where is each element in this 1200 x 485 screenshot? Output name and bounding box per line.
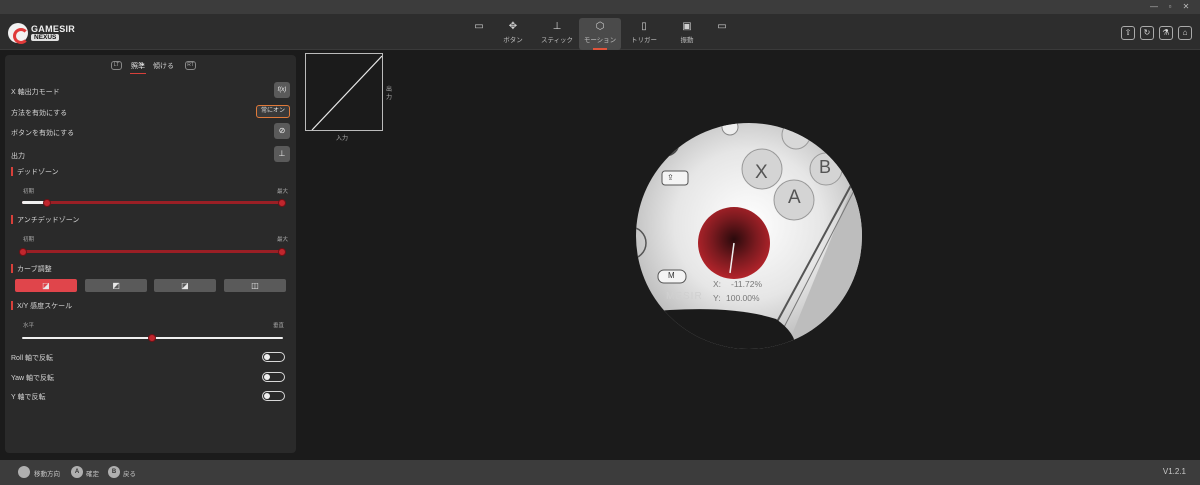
confirm-label: 確定: [86, 471, 99, 478]
tab-vibration-label: 振動: [680, 37, 694, 44]
macro-icon: ▭: [717, 21, 727, 32]
rt-key-icon: RT: [185, 61, 196, 70]
roll-invert-toggle[interactable]: [262, 352, 285, 362]
refresh-icon[interactable]: ↻: [1140, 26, 1154, 40]
b-key-icon: B: [108, 466, 120, 478]
upload-icon[interactable]: ⇧: [1121, 26, 1135, 40]
anti-deadzone-title: アンチデッドゾーン: [11, 215, 79, 225]
anti-deadzone-min-handle[interactable]: [19, 248, 27, 256]
buttons-icon: ✥: [508, 21, 518, 32]
chart-ylabel: 出力: [386, 87, 393, 101]
subtab-tilt[interactable]: 傾ける: [153, 61, 174, 71]
version-label: V1.2.1: [1162, 467, 1186, 476]
y-invert-toggle[interactable]: [262, 391, 285, 401]
deadzone-min-label: 初期: [23, 189, 35, 195]
curve-option-3-button[interactable]: ◪: [154, 279, 216, 292]
response-curve-chart: [305, 53, 383, 131]
tab-macro[interactable]: ▭: [711, 18, 733, 50]
x-button-label: X: [755, 162, 768, 183]
output-button[interactable]: ⊥: [274, 146, 290, 162]
deadzone-track: [22, 201, 283, 204]
motion-icon: ⬡: [595, 21, 605, 32]
m-button-label: M: [668, 271, 675, 280]
tab-motion[interactable]: ⬡ モーション: [579, 18, 621, 50]
yaw-invert-toggle[interactable]: [262, 372, 285, 382]
button-enable-label: ボタンを有効にする: [11, 130, 75, 137]
xy-scale-handle[interactable]: [148, 334, 156, 342]
tab-stick[interactable]: ⊥ スティック: [538, 18, 576, 50]
motion-subtabs: LT 照準 傾ける RT: [5, 61, 296, 75]
response-curve-line: [311, 55, 383, 131]
deadzone-title: デッドゾーン: [11, 167, 59, 177]
tab-vibration[interactable]: ▣ 振動: [674, 18, 700, 50]
deadzone-max-label: 最大: [277, 189, 289, 195]
curve-option-2-button[interactable]: ◩: [85, 279, 147, 292]
stick-output-icon: ⊥: [278, 149, 286, 158]
a-key-icon: A: [71, 466, 83, 478]
maximize-button[interactable]: ▫: [1164, 1, 1176, 13]
deadzone-max-handle[interactable]: [278, 199, 286, 207]
controller-brand-text: MESIR: [666, 291, 703, 302]
method-select[interactable]: 常にオン: [255, 105, 290, 118]
anti-deadzone-min-label: 初期: [23, 237, 35, 243]
lab-icon[interactable]: ⚗: [1159, 26, 1173, 40]
brand-name: GAMESIR: [31, 24, 76, 34]
anti-deadzone-max-label: 最大: [277, 237, 289, 243]
curve-custom-button[interactable]: ◫: [224, 279, 286, 292]
tab-remap[interactable]: ▭: [468, 18, 490, 50]
y-coord-value: 100.00%: [726, 293, 760, 303]
a-button-label: A: [788, 187, 801, 208]
stick-move-icon: [18, 466, 30, 478]
tab-trigger[interactable]: ▯ トリガー: [627, 18, 661, 50]
home-icon[interactable]: ⌂: [1178, 26, 1192, 40]
title-bar: — ▫ ✕: [0, 0, 1200, 14]
anti-deadzone-track: [22, 250, 283, 253]
back-label: 戻る: [123, 471, 136, 478]
x-coord-value: -11.72%: [731, 279, 763, 289]
xy-scale-max-label: 垂直: [273, 323, 285, 329]
footer-bar: 移動方向 A 確定 B 戻る V1.2.1: [0, 460, 1200, 485]
stick-icon: ⊥: [552, 21, 562, 32]
roll-invert-label: Roll 軸で反転: [11, 355, 54, 362]
tab-motion-label: モーション: [583, 37, 617, 44]
share-icon: ⇪: [667, 173, 674, 182]
button-enable-button[interactable]: ⊘: [274, 123, 290, 139]
tab-stick-label: スティック: [540, 37, 574, 44]
x-axis-mode-button[interactable]: f(x): [274, 82, 290, 98]
b-button-label: B: [819, 157, 832, 177]
subtab-aim[interactable]: 照準: [130, 61, 146, 74]
lt-key-icon: LT: [111, 61, 122, 70]
remap-icon: ▭: [474, 21, 484, 32]
x-axis-mode-label: X 軸出力モード: [11, 89, 60, 96]
minimize-button[interactable]: —: [1148, 1, 1160, 13]
chart-xlabel: 入力: [336, 136, 349, 142]
method-label: 方法を有効にする: [11, 110, 68, 117]
settings-panel: LT 照準 傾ける RT X 軸出力モード f(x) 方法を有効にする 常にオン…: [5, 55, 296, 453]
gamesir-logo-icon: [8, 23, 29, 44]
deadzone-min-handle[interactable]: [43, 199, 51, 207]
motion-preview: X A B M ⇪ MESIR X: -11.72% Y: 100.00%: [636, 123, 862, 349]
xy-scale-min-label: 水平: [23, 323, 35, 329]
x-coord-label: X:: [713, 279, 722, 289]
tab-trigger-label: トリガー: [631, 37, 657, 44]
output-label: 出力: [11, 153, 25, 160]
curve-linear-button[interactable]: ◪: [15, 279, 77, 292]
move-label: 移動方向: [34, 471, 60, 478]
y-coord-label: Y:: [713, 293, 721, 303]
yaw-invert-label: Yaw 軸で反転: [11, 375, 55, 382]
vibration-icon: ▣: [682, 21, 692, 32]
xy-scale-title: X/Y 感度スケール: [11, 301, 72, 311]
tab-buttons[interactable]: ✥ ボタン: [498, 18, 528, 50]
app-header: GAMESIR NEXUS ▭ ✥ ボタン ⊥ スティック ⬡ モーション ▯ …: [0, 14, 1200, 50]
curve-title: カーブ調整: [11, 264, 52, 274]
close-button[interactable]: ✕: [1180, 1, 1192, 13]
trigger-icon: ▯: [641, 21, 647, 32]
y-invert-label: Y 軸で反転: [11, 394, 46, 401]
disabled-icon: ⊘: [278, 126, 286, 135]
tab-buttons-label: ボタン: [503, 37, 523, 44]
app-window: — ▫ ✕ GAMESIR NEXUS ▭ ✥ ボタン ⊥ スティック ⬡ モー…: [0, 0, 1200, 485]
brand-sub: NEXUS: [31, 34, 60, 41]
anti-deadzone-max-handle[interactable]: [278, 248, 286, 256]
